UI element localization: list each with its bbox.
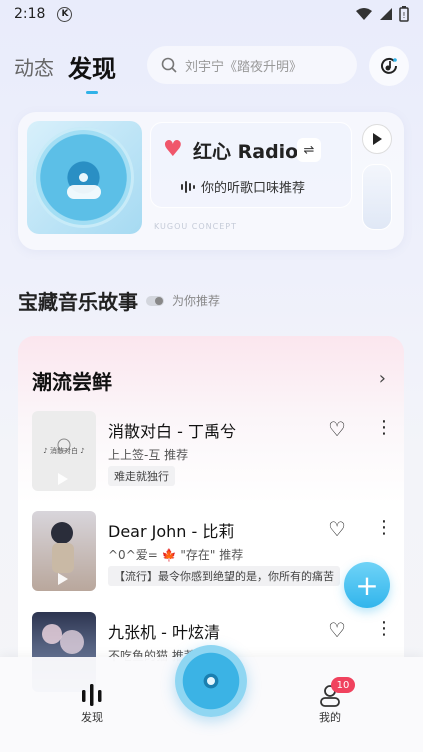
heart-icon: ♥ (163, 137, 183, 162)
status-icons: ! (355, 6, 409, 22)
concept-watermark: KUGOU CONCEPT (154, 222, 237, 231)
song-title: 九张机 - 叶炫清 (108, 623, 220, 642)
chevron-right-icon[interactable]: › (379, 368, 386, 389)
music-recognition-icon (381, 57, 397, 74)
disc-hole (79, 173, 88, 182)
section-header: 宝藏音乐故事 为你推荐 (18, 286, 220, 315)
nav-discover[interactable]: 发现 (62, 681, 122, 725)
song-cover[interactable]: ♪ 消散对白 ♪ (32, 411, 96, 491)
radio-cover[interactable] (27, 121, 142, 234)
song-item[interactable]: ♪ 消散对白 ♪ 消散对白 - 丁禹兮 上上签-互 推荐 难走就独行 ♡ ⋮ (32, 411, 393, 493)
radio-side-handle[interactable] (362, 164, 392, 230)
song-cover[interactable] (32, 511, 96, 591)
nav-discover-label: 发现 (81, 711, 103, 724)
song-tag: 难走就独行 (108, 466, 175, 486)
list-title: 潮流尝鲜 (32, 370, 112, 394)
more-options-icon[interactable]: ⋮ (375, 517, 393, 538)
sound-wave-icon (181, 180, 195, 193)
song-tag: 【流行】最令你感到绝望的是，你所有的痛苦 (108, 566, 340, 586)
like-heart-icon[interactable]: ♡ (328, 517, 346, 541)
radio-subtitle: 你的听歌口味推荐 (201, 181, 306, 196)
music-recognition-button[interactable] (369, 46, 409, 86)
tab-discover[interactable]: 发现 (68, 49, 116, 94)
signal-icon (380, 8, 392, 20)
more-options-icon[interactable]: ⋮ (375, 618, 393, 639)
disc-cloud-art (67, 185, 101, 199)
svg-text:!: ! (402, 11, 405, 20)
more-options-icon[interactable]: ⋮ (375, 417, 393, 438)
add-button[interactable]: + (344, 562, 390, 608)
radio-title: 红心 Radio (193, 141, 299, 163)
tab-dongtai[interactable]: 动态 (14, 52, 54, 81)
search-bar[interactable]: 刘宇宁《踏夜升明》 (147, 46, 357, 84)
switch-mode-button[interactable]: ⇌ (297, 138, 321, 162)
radio-subtitle-row: 你的听歌口味推荐 (181, 177, 305, 196)
cover-art: ♪ 消散对白 ♪ (43, 438, 85, 485)
recommend-toggle-icon[interactable] (146, 295, 164, 306)
song-meta: 上上签-互 推荐 (108, 448, 189, 462)
song-title: Dear John - 比莉 (108, 522, 235, 541)
song-title: 消散对白 - 丁禹兮 (108, 422, 236, 441)
section-title: 宝藏音乐故事 (18, 290, 138, 314)
bottom-navigation: 发现 我的 10 (0, 645, 423, 752)
kugou-notification-icon: K (57, 6, 73, 22)
nav-mine-label: 我的 (319, 711, 341, 724)
battery-icon: ! (399, 6, 409, 22)
radio-info[interactable]: ♥ 红心 Radio ⇌ 你的听歌口味推荐 (150, 122, 352, 208)
status-time: 2:18 (14, 6, 46, 22)
discover-bars-icon (62, 681, 122, 709)
song-item[interactable]: Dear John - 比莉 ^0^爱= 🍁 "存在" 推荐 【流行】最令你感到… (32, 511, 393, 593)
disc-hole (207, 677, 215, 685)
play-button[interactable] (362, 124, 392, 154)
search-placeholder: 刘宇宁《踏夜升明》 (185, 59, 303, 75)
search-icon (161, 57, 177, 73)
status-bar: 2:18 K ! (0, 0, 423, 28)
song-meta: ^0^爱= 🍁 "存在" 推荐 (108, 548, 244, 562)
radio-card[interactable]: ♥ 红心 Radio ⇌ 你的听歌口味推荐 KUGOU CONCEPT (18, 112, 404, 250)
notification-badge: 10 (331, 677, 355, 693)
play-icon (373, 133, 382, 145)
like-heart-icon[interactable]: ♡ (328, 618, 346, 642)
top-navigation: 动态 发现 刘宇宁《踏夜升明》 (14, 44, 409, 94)
cover-art (51, 522, 74, 585)
wifi-icon (356, 8, 372, 20)
like-heart-icon[interactable]: ♡ (328, 417, 346, 441)
now-playing-disc[interactable] (175, 645, 247, 717)
vinyl-disc (33, 127, 134, 228)
section-subtitle: 为你推荐 (172, 294, 221, 308)
